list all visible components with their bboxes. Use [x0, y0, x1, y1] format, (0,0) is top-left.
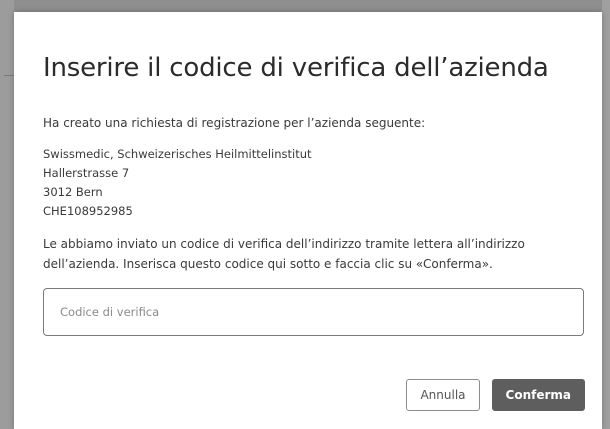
- instructions-text: Le abbiamo inviato un codice di verifica…: [43, 237, 525, 271]
- verification-code-dialog: Inserire il codice di verifica dell’azie…: [14, 12, 602, 429]
- company-address: Swissmedic, Schweizerisches Heilmittelin…: [43, 145, 576, 221]
- confirm-button[interactable]: Conferma: [491, 379, 585, 411]
- background-page-right: [602, 0, 610, 429]
- company-uid: CHE108952985: [43, 204, 133, 218]
- company-name: Swissmedic, Schweizerisches Heilmittelin…: [43, 147, 312, 161]
- dialog-title: Inserire il codice di verifica dell’azie…: [43, 53, 549, 83]
- dialog-actions: Annulla Conferma: [406, 379, 585, 411]
- verification-code-input[interactable]: [43, 288, 584, 336]
- background-page-left: [0, 0, 14, 429]
- cancel-button[interactable]: Annulla: [406, 379, 480, 411]
- company-city: 3012 Bern: [43, 185, 103, 199]
- company-street: Hallerstrasse 7: [43, 166, 130, 180]
- dialog-intro-text: Ha creato una richiesta di registrazione…: [43, 116, 426, 130]
